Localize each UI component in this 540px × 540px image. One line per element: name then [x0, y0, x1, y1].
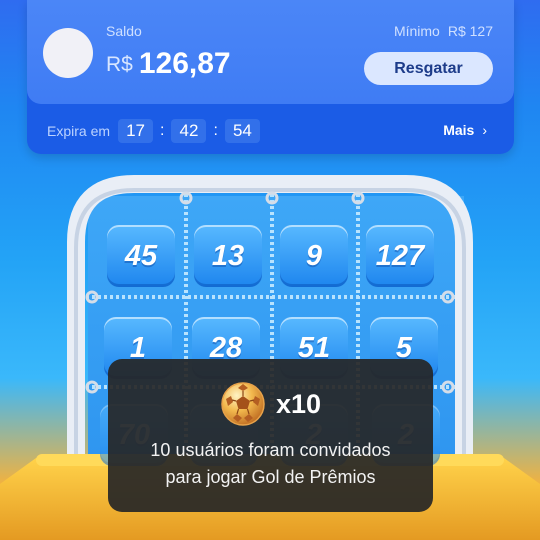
toast-message-line-1: 10 usuários foram convidados	[150, 440, 391, 460]
balance-label: Saldo	[106, 23, 142, 39]
minimum-value: R$ 127	[447, 23, 493, 39]
minimum-withdrawal: Mínimo R$ 127	[394, 23, 493, 39]
countdown-seconds: 54	[224, 119, 260, 143]
invite-toast: x10 10 usuários foram convidados para jo…	[108, 359, 433, 512]
countdown-separator: :	[213, 122, 218, 139]
redeem-button[interactable]: Resgatar	[364, 52, 493, 85]
currency-symbol: R$	[106, 53, 133, 76]
reward-multiplier: x10	[275, 388, 322, 419]
expiry-label: Expira em	[47, 123, 111, 139]
countdown-hours: 17	[118, 119, 154, 143]
more-label: Mais	[443, 122, 475, 138]
toast-message-line-2: para jogar Gol de Prêmios	[165, 467, 376, 487]
number-tile[interactable]: 9	[280, 225, 348, 287]
countdown-minutes: 42	[171, 119, 207, 143]
gold-soccer-ball-icon	[221, 382, 265, 426]
avatar[interactable]	[43, 28, 93, 78]
number-tile[interactable]: 127	[366, 225, 434, 287]
countdown-separator: :	[160, 122, 165, 139]
number-tile[interactable]: 13	[194, 225, 262, 287]
expiry-countdown: Expira em 17 : 42 : 54	[47, 118, 260, 144]
number-tile[interactable]: 45	[107, 225, 175, 287]
toast-reward: x10	[108, 381, 433, 427]
wallet-card: Saldo R$ 126,87 Mínimo R$ 127 Resgatar Exp…	[27, 0, 514, 154]
chevron-right-icon: ›	[482, 122, 487, 138]
balance-amount: R$ 126,87	[106, 47, 231, 81]
balance-value: 126,87	[138, 47, 231, 80]
minimum-label: Mínimo	[393, 23, 440, 39]
wallet-balance-panel: Saldo R$ 126,87 Mínimo R$ 127 Resgatar	[27, 0, 514, 104]
more-link[interactable]: Mais ›	[443, 122, 487, 138]
